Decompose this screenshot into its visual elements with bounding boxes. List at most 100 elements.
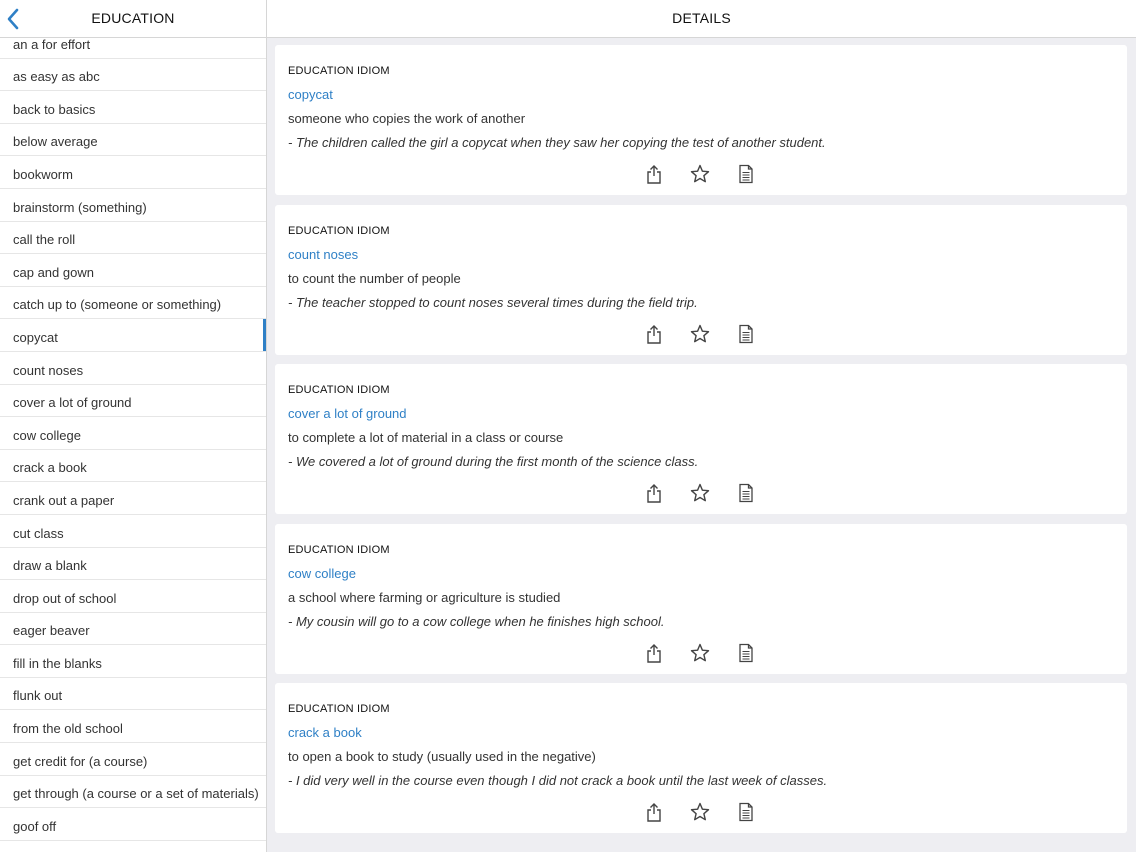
- share-icon: [647, 324, 661, 344]
- list-item-label: back to basics: [13, 101, 96, 117]
- list-item-label: bookworm: [13, 166, 73, 182]
- note-button[interactable]: [735, 323, 757, 345]
- list-item[interactable]: fill in the blanks: [0, 645, 266, 678]
- list-item[interactable]: eager beaver: [0, 613, 266, 646]
- list-item[interactable]: cut class: [0, 515, 266, 548]
- note-button[interactable]: [735, 482, 757, 504]
- card-category: EDUCATION IDIOM: [288, 543, 390, 556]
- list-item-label: eager beaver: [13, 623, 90, 639]
- list-item[interactable]: cover a lot of ground: [0, 385, 266, 418]
- list-item-label: brainstorm (something): [13, 199, 147, 215]
- card-example: - We covered a lot of ground during the …: [288, 454, 699, 470]
- star-icon: [690, 324, 710, 342]
- list-item[interactable]: get credit for (a course): [0, 743, 266, 776]
- note-icon: [739, 803, 753, 822]
- card-actions: [275, 323, 1127, 345]
- favorite-button[interactable]: [689, 323, 711, 345]
- list-item[interactable]: back to basics: [0, 91, 266, 124]
- card-actions: [275, 163, 1127, 185]
- list-item[interactable]: goof off: [0, 808, 266, 841]
- share-icon: [647, 643, 661, 663]
- sidebar: an a for effort as easy as abc back to bas…: [0, 0, 267, 852]
- list-item[interactable]: catch up to (someone or something): [0, 287, 266, 320]
- list-item[interactable]: get through (a course or a set of materi…: [0, 776, 266, 809]
- list-item-label: cow college: [13, 427, 81, 443]
- note-icon: [739, 164, 753, 184]
- list-item[interactable]: cow college: [0, 417, 266, 450]
- list-item[interactable]: from the old school: [0, 710, 266, 744]
- list-item[interactable]: flunk out: [0, 678, 266, 711]
- list-item[interactable]: have one's nose in a book: [0, 841, 266, 852]
- note-button[interactable]: [735, 163, 757, 185]
- card-definition: to count the number of people: [288, 270, 461, 286]
- list-item[interactable]: as easy as abc: [0, 59, 266, 92]
- list-item-label: crack a book: [13, 460, 87, 476]
- idiom-list[interactable]: an a for effort as easy as abc back to bas…: [0, 26, 266, 852]
- idiom-card: EDUCATION IDIOM count noses to count the n…: [275, 204, 1127, 355]
- list-item[interactable]: count noses: [0, 352, 266, 385]
- card-category: EDUCATION IDIOM: [288, 703, 390, 716]
- list-item-label: flunk out: [13, 688, 63, 704]
- list-item-label: below average: [13, 134, 98, 150]
- card-idiom-link[interactable]: copycat: [288, 87, 333, 102]
- share-button[interactable]: [643, 323, 665, 345]
- list-item-label: an a for effort: [13, 36, 91, 52]
- card-definition: someone who copies the work of another: [288, 111, 526, 126]
- share-button[interactable]: [643, 642, 665, 664]
- list-item[interactable]: below average: [0, 124, 266, 157]
- card-definition: to open a book to study (usually used in…: [288, 749, 596, 765]
- list-item-label: crank out a paper: [13, 492, 115, 508]
- note-icon: [739, 643, 753, 662]
- list-item[interactable]: copycat: [0, 319, 266, 352]
- note-button[interactable]: [735, 642, 757, 664]
- share-button[interactable]: [643, 482, 665, 504]
- list-item-label: drop out of school: [13, 590, 117, 606]
- list-item-label: from the old school: [13, 721, 123, 737]
- list-item[interactable]: call the roll: [0, 222, 266, 255]
- idiom-card: EDUCATION IDIOM copycat someone who copies…: [275, 45, 1127, 195]
- star-icon: [690, 803, 710, 821]
- list-item-label: goof off: [13, 818, 57, 834]
- card-example: - My cousin will go to a cow college whe…: [288, 613, 665, 629]
- back-button[interactable]: [4, 6, 24, 32]
- list-item[interactable]: cap and gown: [0, 254, 266, 287]
- list-item[interactable]: crank out a paper: [0, 482, 266, 515]
- list-item-label: get credit for (a course): [13, 753, 148, 769]
- card-example: - The children called the girl a copycat…: [288, 135, 826, 150]
- favorite-button[interactable]: [689, 642, 711, 664]
- idiom-card: EDUCATION IDIOM cow college a school where…: [275, 523, 1127, 674]
- card-category: EDUCATION IDIOM: [288, 65, 390, 77]
- favorite-button[interactable]: [689, 801, 711, 823]
- chevron-left-icon: [7, 8, 19, 30]
- share-button[interactable]: [643, 163, 665, 185]
- list-item[interactable]: crack a book: [0, 450, 266, 483]
- star-icon: [690, 164, 710, 183]
- card-example: - The teacher stopped to count noses sev…: [288, 294, 698, 310]
- list-item[interactable]: drop out of school: [0, 580, 266, 613]
- card-idiom-link[interactable]: crack a book: [288, 725, 362, 740]
- card-actions: [275, 642, 1127, 664]
- favorite-button[interactable]: [689, 482, 711, 504]
- list-item-label: count noses: [13, 362, 84, 378]
- star-icon: [690, 483, 710, 502]
- list-item-label: fill in the blanks: [13, 655, 102, 671]
- share-icon: [647, 484, 661, 503]
- share-button[interactable]: [643, 801, 665, 823]
- note-button[interactable]: [735, 801, 757, 823]
- list-item-label: copycat: [13, 329, 58, 345]
- idiom-card: EDUCATION IDIOM crack a book to open a boo…: [275, 683, 1127, 834]
- card-idiom-link[interactable]: cover a lot of ground: [288, 406, 407, 421]
- star-icon: [690, 643, 710, 662]
- list-item-label: cap and gown: [13, 264, 94, 280]
- list-item[interactable]: brainstorm (something): [0, 189, 266, 222]
- favorite-button[interactable]: [689, 163, 711, 185]
- card-idiom-link[interactable]: cow college: [288, 566, 356, 581]
- card-category: EDUCATION IDIOM: [288, 384, 390, 397]
- card-actions: [275, 801, 1127, 823]
- list-item[interactable]: draw a blank: [0, 548, 266, 581]
- list-item[interactable]: bookworm: [0, 156, 266, 189]
- card-actions: [275, 482, 1127, 504]
- idiom-card: EDUCATION IDIOM cover a lot of ground to c…: [275, 364, 1127, 515]
- list-item-label: cut class: [13, 525, 64, 541]
- card-idiom-link[interactable]: count noses: [288, 247, 358, 262]
